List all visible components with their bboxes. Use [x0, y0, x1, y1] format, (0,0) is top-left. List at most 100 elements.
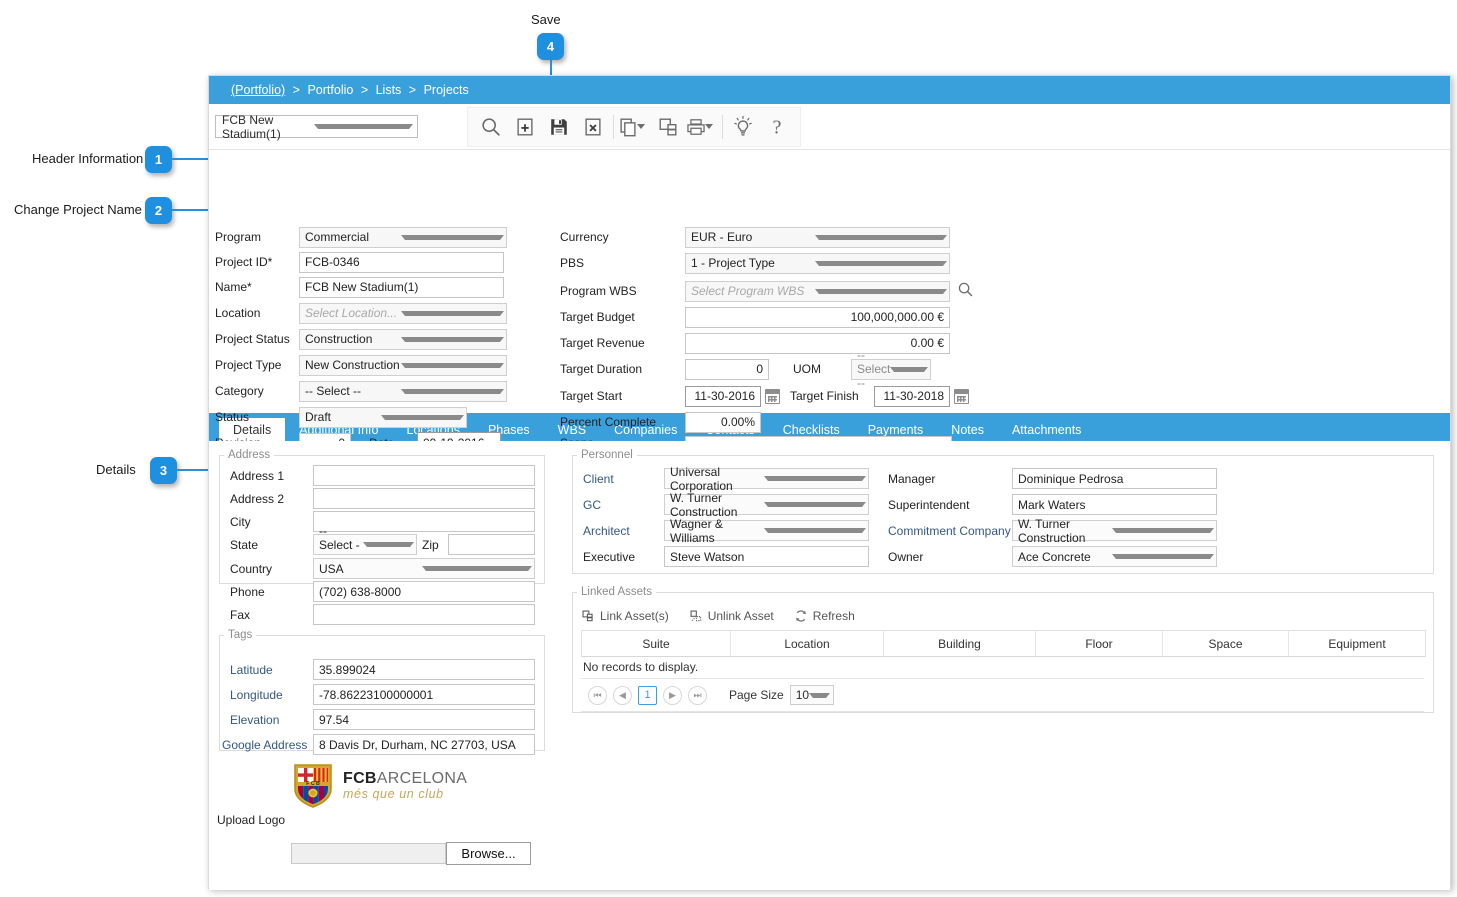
status-select[interactable]: Draft: [299, 406, 467, 428]
currency-select[interactable]: EUR - Euro: [685, 226, 950, 248]
page-size-select[interactable]: 10: [789, 685, 834, 705]
manager-input[interactable]: Dominique Pedrosa: [1012, 468, 1217, 489]
refresh-button[interactable]: Refresh: [794, 609, 855, 623]
project-selector[interactable]: FCB New Stadium(1): [215, 113, 418, 141]
pager-prev-button[interactable]: ◀: [613, 685, 632, 705]
column-header-suite[interactable]: Suite: [582, 631, 731, 656]
commitment-company-select[interactable]: W. Turner Construction: [1012, 517, 1217, 545]
calendar-icon[interactable]: [954, 388, 969, 404]
target-budget-input[interactable]: 100,000,000.00 €: [685, 306, 950, 328]
commitment-company-value: W. Turner Construction: [1018, 516, 1086, 545]
chevron-down-icon: [421, 566, 532, 571]
project-logo: F C B FCBARCELONA més que un club: [293, 763, 467, 809]
chevron-down-icon: [400, 336, 504, 342]
address-group-legend: Address: [228, 449, 271, 461]
percent-complete-input[interactable]: 0.00%: [685, 411, 761, 433]
category-select[interactable]: -- Select --: [299, 380, 507, 402]
duplicate-button[interactable]: [651, 112, 685, 142]
gc-select[interactable]: W. Turner Construction: [664, 491, 869, 519]
address1-input[interactable]: [313, 465, 535, 486]
phone-input[interactable]: (702) 638-8000: [313, 581, 535, 602]
calendar-icon[interactable]: [765, 388, 780, 404]
breadcrumb-link-portfolio[interactable]: (Portfolio): [231, 83, 285, 97]
new-record-button[interactable]: [508, 112, 542, 142]
pager-page-1[interactable]: 1: [638, 685, 657, 705]
project-status-select[interactable]: Construction: [299, 328, 507, 350]
target-duration-value: 0: [756, 362, 763, 376]
print-button[interactable]: [685, 112, 707, 142]
field-label-gc: GC: [583, 498, 601, 512]
chevron-down-icon: [362, 542, 414, 547]
program-value: Commercial: [305, 230, 370, 244]
field-label-client: Client: [583, 472, 614, 486]
program-select[interactable]: Commercial: [299, 226, 507, 248]
target-finish-input[interactable]: 11-30-2018: [874, 385, 950, 407]
breadcrumb-item-lists[interactable]: Lists: [376, 83, 402, 97]
latitude-input[interactable]: 35.899024: [313, 659, 535, 680]
duplicate-icon: [659, 118, 677, 135]
field-label-latitude: Latitude: [230, 663, 273, 677]
google-address-input[interactable]: 8 Davis Dr, Durham, NC 27703, USA: [313, 734, 535, 755]
column-header-equipment[interactable]: Equipment: [1289, 631, 1425, 656]
project-name-input[interactable]: FCB New Stadium(1): [299, 276, 504, 298]
titlebar: (Portfolio) > Portfolio > Lists > Projec…: [209, 76, 1450, 104]
field-label-google-address: Google Address: [222, 738, 308, 752]
column-header-location[interactable]: Location: [731, 631, 884, 656]
tips-button[interactable]: [726, 112, 760, 142]
linked-assets-group-legend: Linked Assets: [581, 586, 652, 598]
program-wbs-search-button[interactable]: [957, 281, 974, 301]
field-label-longitude: Longitude: [230, 688, 283, 702]
client-select[interactable]: Universal Corporation: [664, 465, 869, 493]
copy-dropdown-caret-icon[interactable]: [637, 124, 645, 129]
annotation-bubble-2: 2: [145, 197, 172, 224]
pager-next-button[interactable]: ▶: [663, 685, 682, 705]
country-value: USA: [319, 561, 344, 576]
pager-first-button[interactable]: ⏮: [588, 685, 607, 705]
search-button[interactable]: [474, 112, 508, 142]
location-select[interactable]: Select Location...: [299, 302, 507, 324]
breadcrumb-item-portfolio[interactable]: Portfolio: [307, 83, 353, 97]
print-dropdown-caret-icon[interactable]: [705, 124, 713, 129]
superintendent-input[interactable]: Mark Waters: [1012, 494, 1217, 515]
owner-select[interactable]: Ace Concrete: [1012, 546, 1217, 567]
copy-button[interactable]: [617, 112, 639, 142]
help-button[interactable]: ?: [760, 112, 794, 142]
zip-input[interactable]: [448, 534, 535, 555]
field-label-program: Program: [215, 230, 262, 244]
target-start-input[interactable]: 11-30-2016: [685, 385, 761, 407]
app-window: (Portfolio) > Portfolio > Lists > Projec…: [208, 75, 1451, 890]
unlink-asset-button[interactable]: Unlink Asset: [689, 609, 774, 623]
project-id-input[interactable]: FCB-0346: [299, 251, 504, 273]
link-assets-button[interactable]: Link Asset(s): [581, 609, 669, 623]
field-label-country: Country: [230, 562, 273, 576]
architect-select[interactable]: Wagner & Williams: [664, 517, 869, 545]
pbs-select[interactable]: 1 - Project Type: [685, 252, 950, 274]
delete-record-icon: [585, 118, 601, 135]
column-header-building[interactable]: Building: [884, 631, 1036, 656]
pager-last-button[interactable]: ⏭: [688, 685, 707, 705]
chevron-down-icon: [815, 288, 947, 294]
breadcrumb-item-projects[interactable]: Projects: [424, 83, 469, 97]
fax-input[interactable]: [313, 604, 535, 625]
uom-select[interactable]: -- Select --: [851, 348, 931, 390]
project-type-select[interactable]: New Construction: [299, 354, 507, 376]
country-select[interactable]: USA: [313, 558, 535, 579]
elevation-input[interactable]: 97.54: [313, 709, 535, 730]
save-button[interactable]: [542, 112, 576, 142]
browse-button[interactable]: Browse...: [446, 842, 531, 865]
tab-attachments[interactable]: Attachments: [998, 418, 1095, 441]
page-size-value: 10: [795, 688, 810, 702]
delete-record-button[interactable]: [576, 112, 610, 142]
program-wbs-select[interactable]: Select Program WBS: [685, 280, 950, 302]
target-duration-input[interactable]: 0: [685, 358, 769, 380]
longitude-input[interactable]: -78.86223100000001: [313, 684, 535, 705]
column-header-floor[interactable]: Floor: [1036, 631, 1163, 656]
target-revenue-input[interactable]: 0.00 €: [685, 332, 950, 354]
logo-file-input[interactable]: [291, 843, 446, 864]
state-select[interactable]: -- Select --: [313, 524, 417, 566]
chevron-down-icon: [764, 502, 866, 507]
column-header-space[interactable]: Space: [1163, 631, 1289, 656]
address2-input[interactable]: [313, 488, 535, 509]
header-information-panel: Program Commercial Project ID* FCB-0346 …: [209, 150, 1450, 482]
executive-input[interactable]: Steve Watson: [664, 546, 869, 567]
